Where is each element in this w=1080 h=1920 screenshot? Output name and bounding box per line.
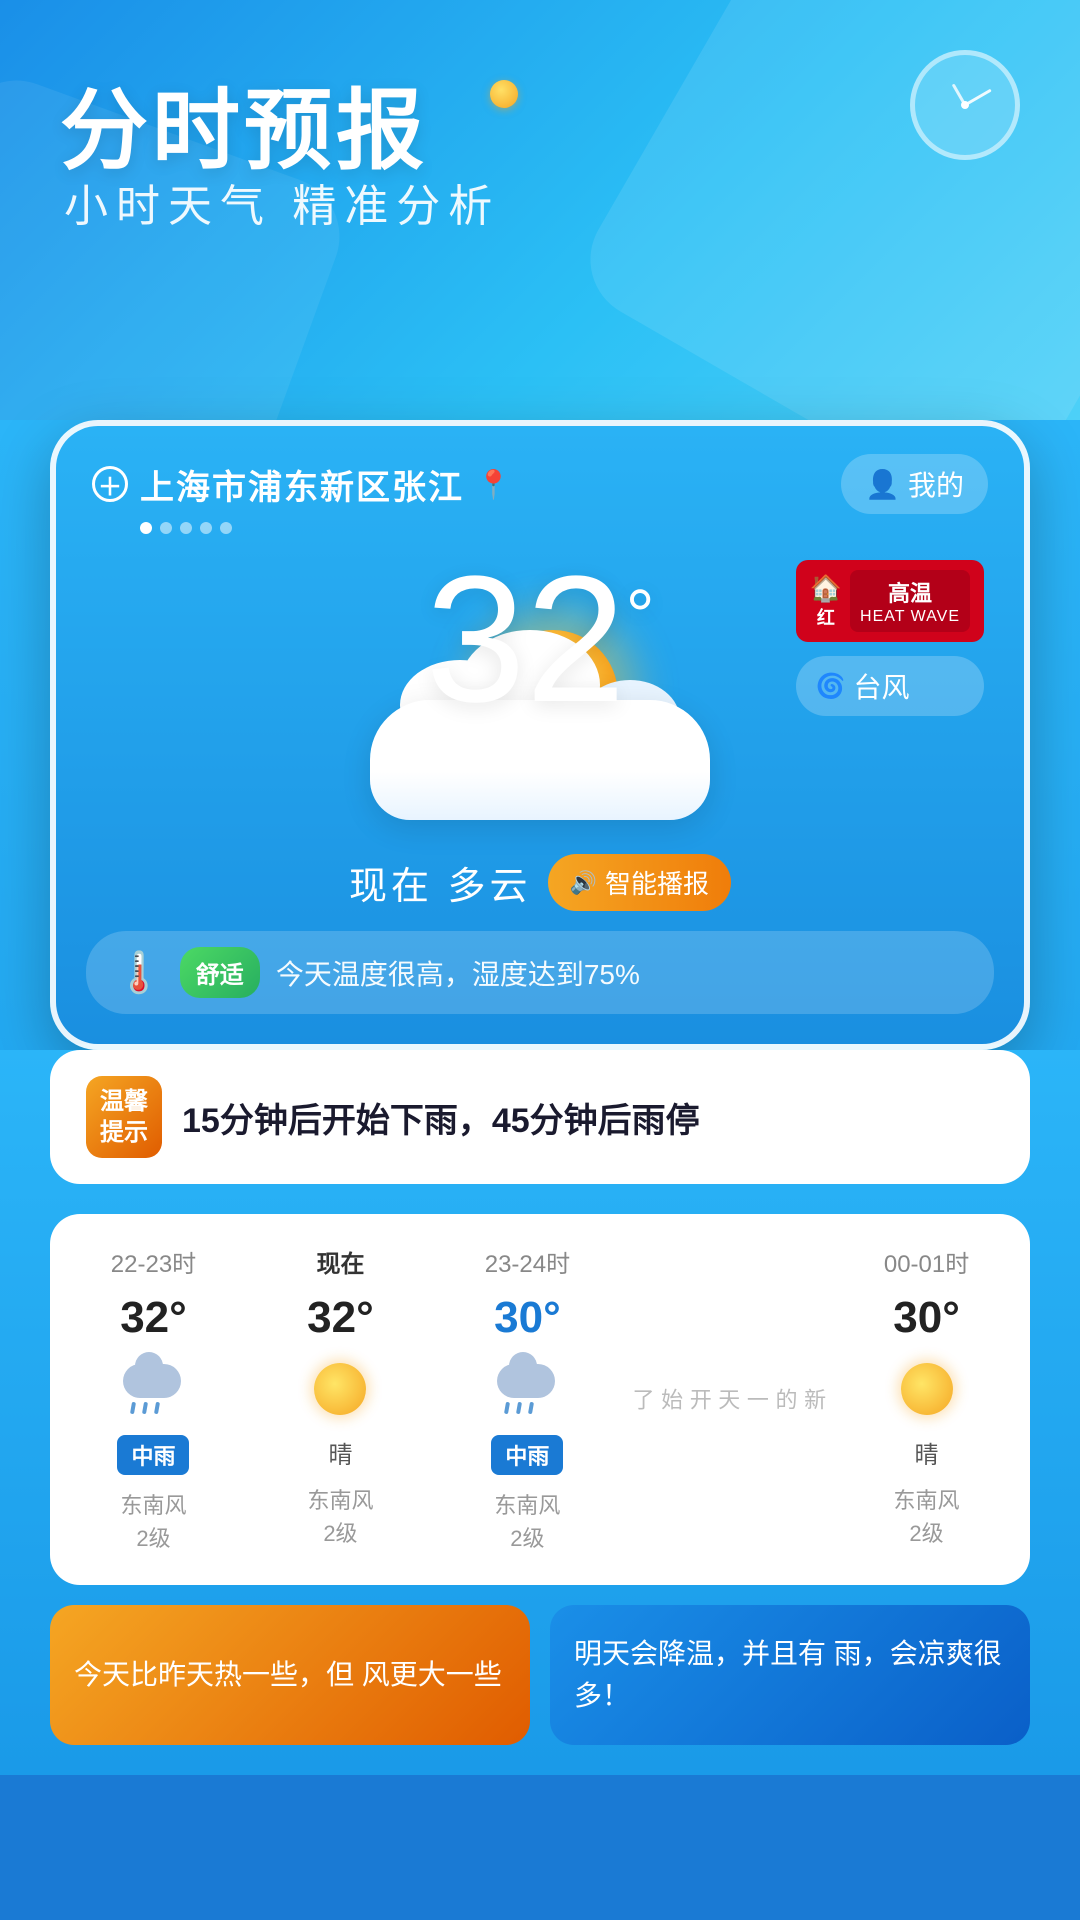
gold-dot-accent bbox=[490, 80, 518, 108]
warm-badge-line2: 提示 bbox=[100, 1117, 148, 1148]
drop-6 bbox=[528, 1402, 534, 1415]
wind-0001: 东南风2级 bbox=[894, 1484, 960, 1550]
hour-temp-2324: 30° bbox=[494, 1293, 561, 1343]
promo-row: 今天比昨天热一些，但 风更大一些 明天会降温，并且有 雨，会凉爽很多！ bbox=[50, 1605, 1030, 1745]
dot-2 bbox=[160, 522, 172, 534]
my-button[interactable]: 👤 我的 bbox=[841, 454, 988, 514]
clock-icon bbox=[910, 50, 1020, 160]
wind-2324: 东南风2级 bbox=[494, 1489, 560, 1555]
hero-section: 分时预报 小时天气 精准分析 bbox=[0, 0, 1080, 420]
cloud-body-icon-2 bbox=[497, 1364, 555, 1398]
hour-col-2223: 22-23时 32° 中雨 东南风2级 bbox=[60, 1244, 247, 1555]
alert-message: 15分钟后开始下雨，45分钟后雨停 bbox=[182, 1093, 700, 1142]
clock-face bbox=[925, 65, 1005, 145]
alert-notice: 温馨 提示 15分钟后开始下雨，45分钟后雨停 bbox=[50, 1050, 1030, 1184]
comfort-badge: 舒适 bbox=[180, 947, 260, 998]
weather-icon-now bbox=[308, 1357, 372, 1421]
hour-label-now: 现在 bbox=[316, 1244, 364, 1279]
sun-icon-0001 bbox=[901, 1363, 953, 1415]
hour-label-2324: 23-24时 bbox=[485, 1244, 570, 1279]
dot-1 bbox=[140, 522, 152, 534]
temp-value: 32 bbox=[425, 539, 625, 740]
rain-drops-icon bbox=[131, 1402, 159, 1414]
hourly-forecast: 22-23时 32° 中雨 东南风2级 bbox=[50, 1214, 1030, 1585]
hour-temp-0001: 30° bbox=[893, 1293, 960, 1343]
house-thermometer-icon: 🏠 bbox=[810, 573, 842, 604]
hour-col-now: 现在 32° 晴 东南风2级 bbox=[247, 1244, 434, 1555]
condition-text-0001: 晴 bbox=[915, 1435, 939, 1470]
smart-broadcast-button[interactable]: 🔊 智能播报 bbox=[548, 854, 731, 911]
promo-card-today[interactable]: 今天比昨天热一些，但 风更大一些 bbox=[50, 1605, 530, 1745]
hw-gao-label: 高温 bbox=[888, 576, 932, 608]
comfort-info-text: 今天温度很高，湿度达到75% bbox=[276, 953, 640, 993]
promo-today-text: 今天比昨天热一些，但 风更大一些 bbox=[74, 1654, 506, 1696]
phone-mockup-area: ＋ 上海市浦东新区张江 📍 👤 我的 32° bbox=[0, 420, 1080, 1775]
degree-symbol: ° bbox=[626, 576, 655, 656]
hour-col-2324: 23-24时 30° 中雨 东南风2级 bbox=[434, 1244, 621, 1555]
current-condition-text: 现在 多云 bbox=[349, 855, 532, 910]
condition-text-now: 晴 bbox=[328, 1435, 352, 1470]
rain-cloud-icon-2324 bbox=[497, 1364, 557, 1414]
new-day-label: 新的一天开始了 bbox=[627, 1388, 827, 1412]
drop-2 bbox=[142, 1402, 148, 1415]
location-left: ＋ 上海市浦东新区张江 📍 bbox=[92, 460, 511, 509]
comfort-bar: 🌡️ 舒适 今天温度很高，湿度达到75% bbox=[86, 931, 994, 1014]
hero-subtitle: 小时天气 精准分析 bbox=[64, 170, 500, 234]
hour-label-0001: 00-01时 bbox=[884, 1244, 969, 1279]
warm-reminder-badge: 温馨 提示 bbox=[86, 1076, 162, 1158]
dot-3 bbox=[180, 522, 192, 534]
hour-temp-now: 32° bbox=[307, 1293, 374, 1343]
promo-card-tomorrow[interactable]: 明天会降温，并且有 雨，会凉爽很多！ bbox=[550, 1605, 1030, 1745]
condition-badge-2324: 中雨 bbox=[491, 1435, 563, 1475]
wind-2223: 东南风2级 bbox=[120, 1489, 186, 1555]
weather-icon-0001 bbox=[895, 1357, 959, 1421]
add-location-icon[interactable]: ＋ bbox=[92, 466, 128, 502]
clock-center bbox=[961, 101, 969, 109]
drop-1 bbox=[130, 1402, 136, 1415]
new-day-divider: 新的一天开始了 bbox=[621, 1244, 833, 1555]
cloud-body-icon bbox=[123, 1364, 181, 1398]
bottom-panel: 温馨 提示 15分钟后开始下雨，45分钟后雨停 22-23时 32° bbox=[0, 1050, 1080, 1775]
thermometer-icon: 🌡️ bbox=[114, 949, 164, 996]
weather-icon-2324 bbox=[495, 1357, 559, 1421]
weather-icon-2223 bbox=[121, 1357, 185, 1421]
dot-4 bbox=[200, 522, 212, 534]
location-bar: ＋ 上海市浦东新区张江 📍 👤 我的 bbox=[56, 426, 1024, 522]
broadcast-label: 智能播报 bbox=[605, 864, 709, 901]
drop-5 bbox=[516, 1402, 522, 1415]
drop-4 bbox=[504, 1402, 510, 1415]
user-icon: 👤 bbox=[865, 468, 900, 501]
promo-tomorrow-text: 明天会降温，并且有 雨，会凉爽很多！ bbox=[574, 1633, 1006, 1717]
pin-icon: 📍 bbox=[476, 468, 511, 501]
my-label: 我的 bbox=[908, 464, 964, 504]
rain-drops-icon-2 bbox=[505, 1402, 533, 1414]
phone-card: ＋ 上海市浦东新区张江 📍 👤 我的 32° bbox=[50, 420, 1030, 1050]
drop-3 bbox=[154, 1402, 160, 1415]
hour-temp-2223: 32° bbox=[120, 1293, 187, 1343]
location-text: 上海市浦东新区张江 bbox=[140, 460, 464, 509]
current-status: 现在 多云 🔊 智能播报 bbox=[56, 830, 1024, 921]
wind-now: 东南风2级 bbox=[307, 1484, 373, 1550]
sun-icon-now bbox=[314, 1363, 366, 1415]
speaker-icon: 🔊 bbox=[570, 870, 597, 896]
temperature-area: 32° 🏠 红 高温 HEAT WAVE 🌀 台风 bbox=[56, 550, 1024, 830]
warm-badge-line1: 温馨 bbox=[100, 1086, 148, 1117]
rain-cloud-icon-2223 bbox=[123, 1364, 183, 1414]
hour-label-2223: 22-23时 bbox=[111, 1244, 196, 1279]
hero-title: 分时预报 bbox=[60, 60, 428, 187]
dot-5 bbox=[220, 522, 232, 534]
condition-badge-2223: 中雨 bbox=[117, 1435, 189, 1475]
temperature-display: 32° bbox=[425, 550, 654, 730]
hour-col-0001: 00-01时 30° 晴 东南风2级 bbox=[833, 1244, 1020, 1555]
